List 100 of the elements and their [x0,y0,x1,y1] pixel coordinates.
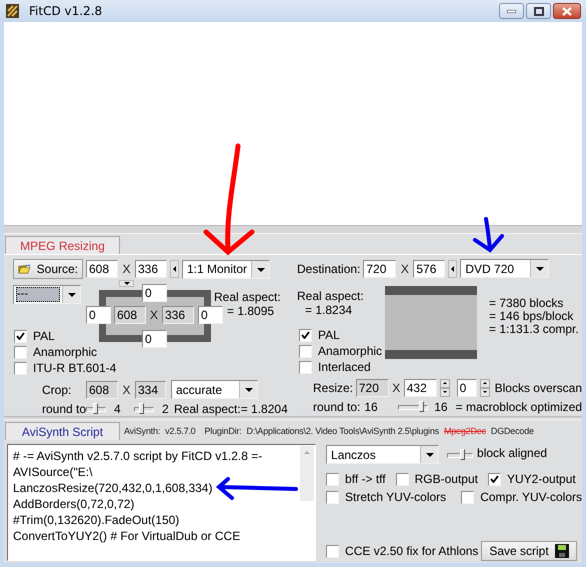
checkbox-label: PAL [33,329,55,343]
arrow-annotation [473,217,504,252]
checkbox[interactable] [14,362,27,374]
app-icon [6,4,19,18]
slider[interactable] [134,403,154,415]
decoder-text: DGDecode [490,426,534,436]
checkbox[interactable] [299,360,312,374]
version-text: v2.5.7.0 [165,426,196,436]
decoder-text: Mpeg2Dec [444,426,486,436]
note-text: = macroblock optimized [456,400,582,414]
script-line: LanczosResize(720,432,0,1,608,334) [13,480,212,496]
spin-up-button[interactable] [480,379,490,388]
step-button[interactable] [448,260,458,278]
checkbox[interactable] [326,490,340,504]
checkbox-label: ITU-R BT.601-4 [33,361,116,375]
height-field[interactable]: 576 [413,260,446,278]
width-field[interactable]: 608 [114,306,146,324]
stat-text: = 146 bps/block [489,310,574,323]
script-editor[interactable]: # -= AviSynth v2.5.7.0 script by FitCD v1.2.8 =- AVISource("E:\ LanczosResize(720,432,0,1,608,334) AddBorders(0,72,0,72) #Trim(0,132620).FadeOut(150) ConvertToYUY2() # For VirtualDub or CCE [7,444,316,561]
checkbox-label: Compr. YUV-colors [480,490,582,504]
crop-bottom-field[interactable]: 0 [142,330,167,348]
checkbox[interactable] [14,330,27,342]
close-icon [562,6,572,16]
scrollbar[interactable] [300,446,314,501]
round-value: 16 [434,400,448,414]
width-field[interactable]: 608 [86,380,118,398]
checkbox-label: CCE v2.50 fix for Athlons [345,544,478,558]
block-aligned-label: block aligned [477,446,548,460]
slider-thumb[interactable] [460,448,466,460]
width-field[interactable]: 720 [363,260,396,278]
overscan-field[interactable]: 0 [456,379,477,397]
height-field[interactable]: 336 [162,306,194,324]
minimize-icon [507,10,516,12]
times-label: X [400,262,410,276]
round-value: 4 [114,402,122,416]
times-label: X [121,382,132,396]
checkbox[interactable] [14,346,27,358]
times-label: X [121,262,132,276]
slider[interactable] [86,403,106,415]
checkbox[interactable] [326,472,340,486]
aspect-label: Real aspect: [214,290,281,304]
spin-down-button[interactable] [440,388,450,397]
crop-right-field[interactable]: 0 [198,306,223,324]
tab[interactable]: AviSynth Script [5,422,120,440]
script-line: # -= AviSynth v2.5.7.0 script by FitCD v1.2.8 =- [13,448,262,464]
aspect-label: Real aspect: [297,289,365,303]
step-button[interactable] [170,260,179,278]
checkbox[interactable] [396,472,409,486]
height-field[interactable]: 334 [135,380,166,398]
times-label: X [147,308,161,322]
crop-top-field[interactable]: 0 [142,284,167,302]
checkbox[interactable] [488,472,501,486]
source-button[interactable]: Source: [13,259,83,279]
checkbox-label: PAL [318,328,340,342]
width-field[interactable]: 720 [356,379,389,397]
overscan-label: Blocks overscan [494,381,582,395]
spin-up-button[interactable] [440,379,450,388]
checkbox-label: Stretch YUV-colors [345,490,446,504]
tab[interactable]: MPEG Resizing [5,236,120,254]
script-line: AVISource("E:\ [13,464,92,480]
preset-dropdown[interactable]: DVD 720 [460,259,550,278]
folder-icon [18,262,31,276]
times-label: X [391,381,402,395]
round-label: round to [42,402,86,416]
close-button[interactable] [553,3,581,19]
checkbox-label: RGB-output [414,472,478,486]
small-dropdown-button[interactable] [119,280,134,287]
save-script-button[interactable]: Save script [481,541,577,561]
checkbox[interactable] [326,544,340,558]
checkbox[interactable] [299,344,312,358]
aspect-value: = 1.8095 [227,304,276,318]
checkbox-label: YUY2-output [507,472,576,486]
width-field[interactable]: 608 [86,260,118,278]
format-dropdown[interactable]: --- [13,285,81,304]
slider-thumb[interactable] [93,403,98,414]
slider[interactable] [447,448,474,460]
crop-left-field[interactable]: 0 [86,306,111,324]
crop-label: Crop: [42,382,72,396]
resizer-dropdown[interactable]: Lanczos [326,445,440,464]
path-text: D:\Applications\2. Video Tools\AviSynth 2.5\plugins [246,426,439,436]
height-field[interactable]: 432 [404,379,437,397]
preset-dropdown[interactable]: 1:1 Monitor [182,260,270,278]
minimize-button[interactable] [499,3,524,19]
stat-text: = 7380 blocks [489,297,564,310]
info-label: AviSynth: [124,426,160,436]
checkbox[interactable] [461,490,474,504]
maximize-button[interactable] [526,3,551,19]
round-label: round to: [313,400,360,414]
crop-mode-dropdown[interactable]: accurate [171,380,258,399]
checkbox-label: Anamorphic [33,345,98,359]
slider[interactable] [398,401,428,413]
checkbox[interactable] [299,328,312,342]
aspect-value: = 1.8234 [305,303,354,317]
slider-thumb[interactable] [419,401,424,412]
checkbox-label: bff -> tff [345,472,386,486]
stat-text: = 1:131.3 compr. [489,323,579,336]
slider-thumb[interactable] [139,403,144,414]
height-field[interactable]: 336 [135,260,167,278]
spin-down-button[interactable] [480,388,490,397]
checkbox-label: Anamorphic [318,344,382,358]
